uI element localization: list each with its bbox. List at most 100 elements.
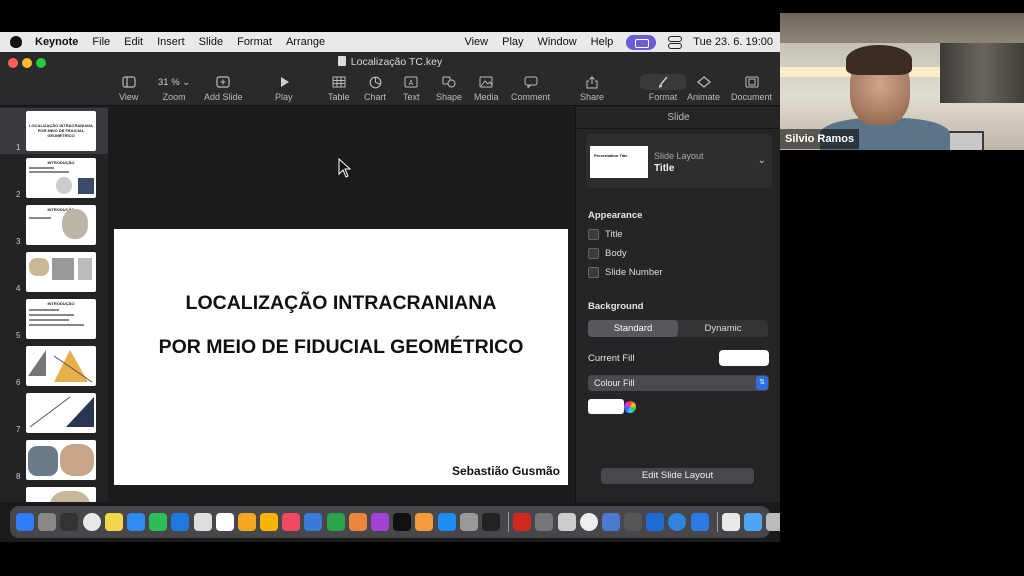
screen-share-icon[interactable] bbox=[626, 34, 657, 50]
background-dynamic-button[interactable]: Dynamic bbox=[678, 320, 768, 337]
menu-arrange[interactable]: Arrange bbox=[279, 36, 332, 48]
slide-number-checkbox[interactable]: Slide Number bbox=[588, 267, 663, 278]
tv-icon[interactable] bbox=[393, 513, 412, 531]
title-checkbox[interactable]: Title bbox=[588, 229, 623, 240]
fill-type-select[interactable]: Colour Fill ⇅ bbox=[588, 375, 769, 391]
current-fill-swatch[interactable] bbox=[719, 350, 769, 366]
checkbox-label: Body bbox=[605, 248, 627, 259]
document-icon[interactable] bbox=[721, 513, 740, 531]
toolbar-media-button[interactable]: Media bbox=[474, 74, 499, 104]
contacts-icon[interactable] bbox=[60, 513, 79, 531]
slide-layout-selector[interactable]: Presentation Title Slide Layout Title ⌄ bbox=[586, 134, 772, 188]
device-image bbox=[78, 258, 92, 280]
slide-thumbnail-2[interactable]: INTRODUÇÃO 2 bbox=[0, 155, 108, 201]
finder-icon[interactable] bbox=[16, 513, 34, 531]
menu-format[interactable]: Format bbox=[230, 36, 279, 48]
app-store-icon[interactable] bbox=[437, 513, 456, 531]
body-checkbox[interactable]: Body bbox=[588, 248, 627, 259]
numbers-icon[interactable] bbox=[326, 513, 345, 531]
checkbox-box[interactable] bbox=[588, 229, 599, 240]
launchpad-icon[interactable] bbox=[38, 513, 57, 531]
photos-icon[interactable] bbox=[237, 513, 256, 531]
toolbar-chart-button[interactable]: Chart bbox=[364, 74, 386, 104]
current-slide[interactable]: LOCALIZAÇÃO INTRACRANIANA POR MEIO DE FI… bbox=[114, 229, 568, 485]
slide-title-line-1[interactable]: LOCALIZAÇÃO INTRACRANIANA bbox=[114, 292, 568, 315]
toolbar-animate-button[interactable]: Animate bbox=[687, 74, 720, 104]
toolbar-format-button[interactable]: Format bbox=[640, 74, 686, 104]
checkbox-box[interactable] bbox=[588, 267, 599, 278]
toolbar-comment-button[interactable]: Comment bbox=[511, 74, 550, 104]
word-icon[interactable] bbox=[646, 513, 665, 531]
slide-thumbnail-3[interactable]: INTRODUÇÃO 3 bbox=[0, 202, 108, 248]
menu-app-name[interactable]: Keynote bbox=[28, 36, 85, 48]
chatgpt-icon[interactable] bbox=[579, 513, 598, 531]
skull-image bbox=[56, 177, 72, 194]
background-standard-button[interactable]: Standard bbox=[588, 320, 678, 337]
preview-icon[interactable] bbox=[557, 513, 576, 531]
camera-icon[interactable] bbox=[193, 513, 212, 531]
slide-number: 6 bbox=[16, 378, 21, 387]
safari-icon[interactable] bbox=[668, 513, 687, 531]
podcasts-icon[interactable] bbox=[371, 513, 389, 531]
color-well[interactable] bbox=[588, 399, 624, 414]
slide-layout-value: Title bbox=[654, 163, 675, 174]
zoom-icon[interactable] bbox=[171, 513, 190, 531]
slide-thumbnail-5[interactable]: INTRODUÇÃO 5 bbox=[0, 296, 108, 342]
mac-desktop: Keynote File Edit Insert Slide Format Ar… bbox=[0, 32, 780, 542]
mail-icon[interactable] bbox=[126, 513, 145, 531]
system-settings-icon[interactable] bbox=[459, 513, 478, 531]
menu-help[interactable]: Help bbox=[584, 36, 621, 48]
slide-thumbnail-title: INTRODUÇÃO bbox=[47, 207, 75, 212]
books-icon[interactable] bbox=[348, 513, 367, 531]
slide-thumbnail-9[interactable] bbox=[0, 484, 108, 502]
checkbox-box[interactable] bbox=[588, 248, 599, 259]
facetime-icon[interactable] bbox=[149, 513, 168, 531]
manager-icon[interactable] bbox=[601, 513, 620, 531]
menu-insert[interactable]: Insert bbox=[150, 36, 192, 48]
chrome-icon[interactable] bbox=[82, 513, 101, 531]
pages-icon[interactable] bbox=[260, 513, 279, 531]
keynote-icon[interactable] bbox=[304, 513, 323, 531]
menu-view[interactable]: View bbox=[457, 36, 495, 48]
slide-thumbnail-1[interactable]: LOCALIZAÇÃO INTRACRANIANA POR MEIO DE FI… bbox=[0, 108, 108, 154]
music-icon[interactable] bbox=[282, 513, 301, 531]
slide-title-line-2[interactable]: POR MEIO DE FIDUCIAL GEOMÉTRICO bbox=[114, 336, 568, 359]
toolbar-shape-button[interactable]: Shape bbox=[436, 74, 462, 104]
slide-thumbnail-8[interactable]: 8 bbox=[0, 437, 108, 483]
calendar-icon[interactable] bbox=[215, 513, 234, 531]
slide-thumbnail-7[interactable]: 7 bbox=[0, 390, 108, 436]
apple-icon[interactable] bbox=[10, 36, 22, 48]
notes-icon[interactable] bbox=[104, 513, 123, 531]
toolbar-view-button[interactable]: View bbox=[119, 74, 138, 104]
toolbar-play-button[interactable]: Play bbox=[275, 74, 293, 104]
webex-icon[interactable] bbox=[690, 513, 709, 531]
control-center-icon[interactable] bbox=[668, 36, 683, 49]
edit-slide-layout-button[interactable]: Edit Slide Layout bbox=[601, 468, 754, 484]
menu-clock[interactable]: Tue 23. 6. 19:00 bbox=[686, 36, 780, 48]
menu-play[interactable]: Play bbox=[495, 36, 530, 48]
menu-file[interactable]: File bbox=[85, 36, 117, 48]
toolbar-document-button[interactable]: Document bbox=[731, 74, 772, 104]
perplexity-icon[interactable] bbox=[481, 513, 500, 531]
menu-edit[interactable]: Edit bbox=[117, 36, 150, 48]
slide-author[interactable]: Sebastião Gusmão bbox=[452, 464, 560, 478]
toolbar-zoom-button[interactable]: 31 % ⌄ Zoom bbox=[158, 74, 190, 104]
slides-icon[interactable] bbox=[415, 513, 434, 531]
format-inspector: Slide Presentation Title Slide Layout Ti… bbox=[575, 107, 780, 502]
printer-icon[interactable] bbox=[535, 513, 554, 531]
slide-thumbnail-4[interactable]: 4 bbox=[0, 249, 108, 295]
inspector-tab-slide[interactable]: Slide bbox=[576, 107, 780, 129]
text-line bbox=[29, 309, 59, 311]
toolbar-add-slide-button[interactable]: Add Slide bbox=[204, 74, 243, 104]
toolbar-text-button[interactable]: A Text bbox=[403, 74, 420, 104]
menu-window[interactable]: Window bbox=[531, 36, 584, 48]
acrobat-icon[interactable] bbox=[513, 513, 532, 531]
toolbar-table-button[interactable]: Table bbox=[328, 74, 350, 104]
color-wheel-icon[interactable] bbox=[624, 401, 636, 413]
trash-icon[interactable] bbox=[766, 513, 780, 531]
downloads-folder-icon[interactable] bbox=[744, 513, 762, 531]
app-icon[interactable] bbox=[624, 513, 643, 531]
toolbar-share-button[interactable]: Share bbox=[580, 74, 604, 104]
slide-thumbnail-6[interactable]: 6 bbox=[0, 343, 108, 389]
menu-slide[interactable]: Slide bbox=[192, 36, 230, 48]
